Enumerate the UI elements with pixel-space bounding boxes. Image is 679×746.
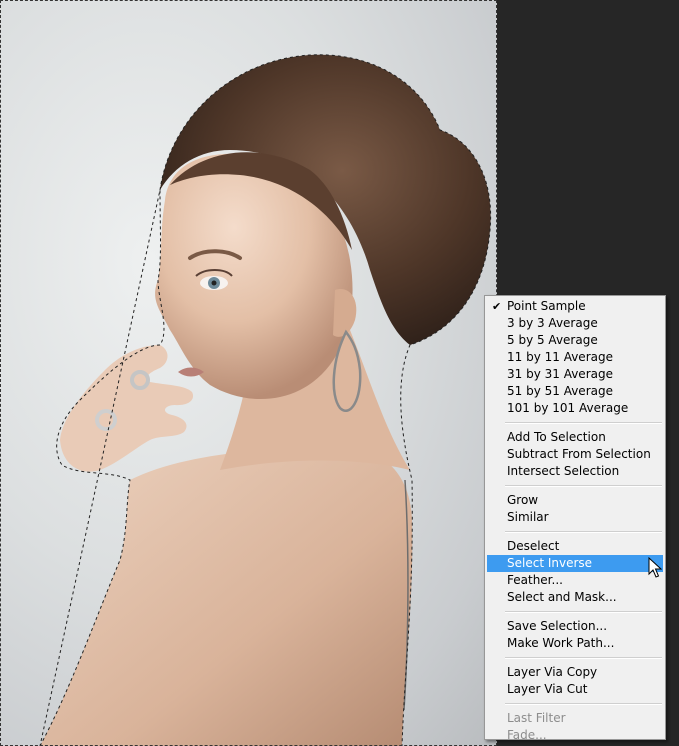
menu-item-subtract-from-selection[interactable]: Subtract From Selection [487,446,663,463]
menu-item-label: Deselect [507,539,560,553]
menu-separator [505,657,662,659]
menu-item-51-by-51-average[interactable]: 51 by 51 Average [487,383,663,400]
menu-item-select-inverse[interactable]: Select Inverse [487,555,663,572]
menu-item-label: Save Selection... [507,619,608,633]
menu-item-label: 3 by 3 Average [507,316,598,330]
menu-item-layer-via-cut[interactable]: Layer Via Cut [487,681,663,698]
menu-separator [505,703,662,705]
menu-item-similar[interactable]: Similar [487,509,663,526]
menu-item-point-sample[interactable]: ✔ Point Sample [487,298,663,315]
portrait-photo [39,54,492,746]
menu-item-label: Point Sample [507,299,586,313]
menu-item-last-filter: Last Filter [487,710,663,727]
photoshop-workspace: ✔ Point Sample 3 by 3 Average 5 by 5 Averag… [0,0,679,746]
menu-item-save-selection[interactable]: Save Selection... [487,618,663,635]
menu-item-intersect-selection[interactable]: Intersect Selection [487,463,663,480]
menu-separator [505,611,662,613]
menu-item-label: Fade... [507,728,547,742]
menu-item-grow[interactable]: Grow [487,492,663,509]
document-canvas[interactable] [0,0,497,746]
menu-item-label: Last Filter [507,711,566,725]
menu-item-label: Similar [507,510,549,524]
menu-item-label: Add To Selection [507,430,606,444]
menu-item-feather[interactable]: Feather... [487,572,663,589]
menu-item-label: Subtract From Selection [507,447,651,461]
menu-item-label: 31 by 31 Average [507,367,613,381]
menu-separator [505,422,662,424]
menu-item-label: Select Inverse [507,556,593,570]
menu-item-101-by-101-average[interactable]: 101 by 101 Average [487,400,663,417]
menu-item-label: 5 by 5 Average [507,333,598,347]
menu-item-label: Layer Via Cut [507,682,588,696]
menu-separator [505,485,662,487]
menu-item-label: Feather... [507,573,563,587]
menu-item-make-work-path[interactable]: Make Work Path... [487,635,663,652]
menu-item-label: Intersect Selection [507,464,620,478]
menu-item-label: 101 by 101 Average [507,401,629,415]
menu-item-deselect[interactable]: Deselect [487,538,663,555]
menu-item-label: 11 by 11 Average [507,350,613,364]
menu-item-add-to-selection[interactable]: Add To Selection [487,429,663,446]
menu-item-label: Grow [507,493,539,507]
menu-item-label: Make Work Path... [507,636,615,650]
menu-item-label: Select and Mask... [507,590,617,604]
menu-item-layer-via-copy[interactable]: Layer Via Copy [487,664,663,681]
menu-item-fade: Fade... [487,727,663,744]
menu-item-label: Layer Via Copy [507,665,598,679]
menu-item-5-by-5-average[interactable]: 5 by 5 Average [487,332,663,349]
menu-item-31-by-31-average[interactable]: 31 by 31 Average [487,366,663,383]
menu-separator [505,531,662,533]
menu-item-label: 51 by 51 Average [507,384,613,398]
menu-item-select-and-mask[interactable]: Select and Mask... [487,589,663,606]
check-icon: ✔ [492,300,502,313]
context-menu[interactable]: ✔ Point Sample 3 by 3 Average 5 by 5 Averag… [484,295,666,742]
menu-item-3-by-3-average[interactable]: 3 by 3 Average [487,315,663,332]
menu-item-11-by-11-average[interactable]: 11 by 11 Average [487,349,663,366]
